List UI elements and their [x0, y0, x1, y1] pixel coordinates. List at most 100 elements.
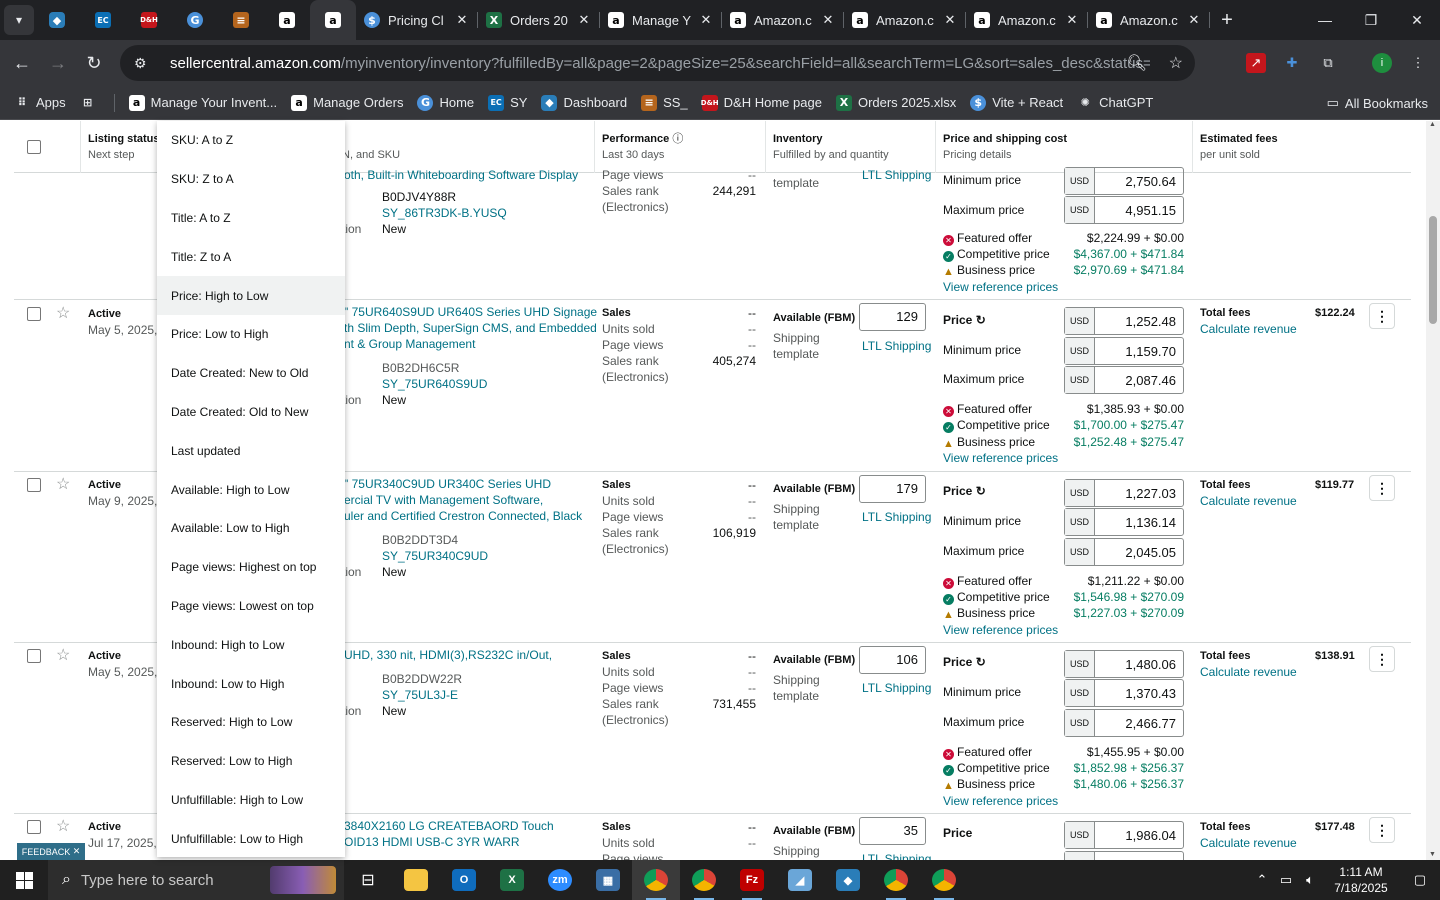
min-price-input[interactable]: USD 1,136.14	[1064, 508, 1184, 536]
tab-manage[interactable]: a Manage Y ✕	[600, 0, 722, 40]
sort-option[interactable]: Reserved: Low to High	[157, 742, 345, 781]
close-tab-icon[interactable]: ✕	[1064, 12, 1080, 28]
taskbar-chrome-2[interactable]	[680, 860, 728, 900]
close-tab-icon[interactable]: ✕	[454, 12, 470, 28]
tab-search-button[interactable]: ▾	[4, 5, 34, 35]
taskbar-outlook[interactable]: O	[440, 860, 488, 900]
min-price-input[interactable]: USD	[1064, 851, 1184, 860]
star-icon[interactable]: ☆	[56, 816, 70, 836]
refresh-icon[interactable]: ↻	[976, 655, 986, 669]
price-input[interactable]: USD 1,480.06	[1064, 650, 1184, 678]
taskbar-chrome-4[interactable]	[920, 860, 968, 900]
start-button[interactable]	[0, 860, 48, 900]
product-title-link[interactable]: UHD, 330 nit, HDMI(3),RS232C in/Out,	[344, 647, 552, 663]
calculate-revenue-link[interactable]: Calculate revenue	[1200, 322, 1297, 336]
bookmark-star-icon[interactable]: ☆	[1169, 45, 1183, 81]
col-price[interactable]: Price and shipping cost Pricing details	[943, 131, 1067, 163]
sort-option[interactable]: Date Created: New to Old	[157, 354, 345, 393]
close-window-icon[interactable]: ✕	[1394, 0, 1440, 40]
tab-orders[interactable]: X Orders 20 ✕	[478, 0, 600, 40]
address-bar[interactable]: ⚙ sellercentral.amazon.com/myinventory/i…	[120, 45, 1195, 81]
clock[interactable]: 1:11 AM 7/18/2025	[1322, 864, 1400, 896]
close-tab-icon[interactable]: ✕	[698, 12, 714, 28]
bookmark-ss[interactable]: ≡ SS_	[641, 94, 688, 111]
sort-option[interactable]: Last updated	[157, 431, 345, 470]
row-checkbox[interactable]	[27, 820, 41, 834]
max-price-input[interactable]: USD 2,045.05	[1064, 538, 1184, 566]
close-tab-icon[interactable]: ✕	[576, 12, 592, 28]
sort-option[interactable]: Unfulfillable: Low to High	[157, 819, 345, 858]
refresh-icon[interactable]: ↻	[976, 484, 986, 498]
row-checkbox[interactable]	[27, 478, 41, 492]
taskbar-excel[interactable]: X	[488, 860, 536, 900]
sort-option[interactable]: Available: Low to High	[157, 509, 345, 548]
sku-link[interactable]: SY_75UL3J-E	[382, 687, 458, 703]
all-bookmarks-button[interactable]: ▭ All Bookmarks	[1327, 86, 1428, 120]
product-title-link[interactable]: " 75UR640S9UD UR640S Series UHD Signage t…	[344, 304, 597, 352]
bookmark-dashboard[interactable]: ◆ Dashboard	[541, 94, 627, 111]
notifications-icon[interactable]: ▢	[1400, 872, 1440, 888]
bookmark-sy[interactable]: EC SY	[488, 94, 527, 111]
calculate-revenue-link[interactable]: Calculate revenue	[1200, 836, 1297, 850]
star-icon[interactable]: ☆	[56, 474, 70, 494]
ltl-shipping-link[interactable]: LTL Shipping	[862, 167, 931, 183]
reload-button[interactable]: ↻	[76, 53, 112, 74]
max-price-input[interactable]: USD 4,951.15	[1064, 196, 1184, 224]
volume-icon[interactable]: 🔈︎	[1298, 872, 1322, 888]
col-fees[interactable]: Estimated fees per unit sold	[1200, 131, 1278, 163]
bookmark-manage-orders[interactable]: a Manage Orders	[291, 94, 403, 111]
min-price-input[interactable]: USD 2,750.64	[1064, 167, 1184, 195]
network-icon[interactable]: ▭	[1274, 872, 1298, 888]
sort-option[interactable]: Title: A to Z	[157, 199, 345, 238]
star-icon[interactable]: ☆	[56, 645, 70, 665]
ltl-shipping-link[interactable]: LTL Shipping	[862, 851, 931, 860]
view-reference-prices-link[interactable]: View reference prices	[943, 793, 1058, 809]
price-input[interactable]: USD 1,252.48	[1064, 307, 1184, 335]
pinned-tab-active[interactable]: a	[310, 0, 356, 40]
pinned-tab-3[interactable]: D&H	[126, 0, 172, 40]
ltl-shipping-link[interactable]: LTL Shipping	[862, 509, 931, 525]
zoom-search-icon[interactable]: 🔍︎	[1127, 45, 1147, 81]
pinned-tab-6[interactable]: a	[264, 0, 310, 40]
bookmark-vite[interactable]: $ Vite + React	[970, 94, 1063, 111]
taskbar-search[interactable]: ⌕ Type here to search	[48, 860, 344, 900]
price-input[interactable]: USD 1,227.03	[1064, 479, 1184, 507]
more-options-icon[interactable]: ⋮	[1369, 475, 1395, 501]
col-performance[interactable]: Performance ⓘ Last 30 days	[602, 131, 683, 163]
view-reference-prices-link[interactable]: View reference prices	[943, 622, 1058, 638]
more-options-icon[interactable]: ⋮	[1369, 303, 1395, 329]
minimize-icon[interactable]: —	[1302, 0, 1348, 40]
tab-amazon-3[interactable]: a Amazon.c ✕	[966, 0, 1088, 40]
task-view-button[interactable]: ⊟	[344, 860, 392, 900]
tab-amazon-2[interactable]: a Amazon.c ✕	[844, 0, 966, 40]
tab-amazon-4[interactable]: a Amazon.c ✕	[1088, 0, 1210, 40]
bookmark-orders-xlsx[interactable]: X Orders 2025.xlsx	[835, 94, 956, 111]
taskbar-chrome-3[interactable]	[872, 860, 920, 900]
col-inventory[interactable]: Inventory Fulfilled by and quantity	[773, 131, 889, 163]
scroll-down-icon[interactable]: ▼	[1429, 851, 1436, 858]
extension-icon[interactable]: ✚	[1282, 53, 1302, 73]
row-checkbox[interactable]	[27, 307, 41, 321]
sort-option[interactable]: Title: Z to A	[157, 237, 345, 276]
pinned-tab-1[interactable]: ◆	[34, 0, 80, 40]
scrollbar-thumb[interactable]	[1429, 216, 1437, 324]
restore-icon[interactable]: ❐	[1348, 0, 1394, 40]
sort-option[interactable]: Page views: Lowest on top	[157, 587, 345, 626]
max-price-input[interactable]: USD 2,466.77	[1064, 709, 1184, 737]
pdf-extension-icon[interactable]: ↗	[1246, 53, 1266, 73]
ltl-shipping-link[interactable]: LTL Shipping	[862, 338, 931, 354]
ltl-shipping-link[interactable]: LTL Shipping	[862, 680, 931, 696]
close-tab-icon[interactable]: ✕	[820, 12, 836, 28]
taskbar-filezilla[interactable]: Fz	[728, 860, 776, 900]
bookmark-apps[interactable]: ⠿ Apps	[14, 95, 66, 111]
profile-avatar[interactable]: i	[1372, 53, 1392, 73]
pinned-tab-2[interactable]: EC	[80, 0, 126, 40]
feedback-button[interactable]: FEEDBACK ✕	[17, 843, 85, 860]
chevron-up-icon[interactable]: ⌃	[1250, 872, 1274, 888]
taskbar-calculator[interactable]: ▦	[584, 860, 632, 900]
quantity-input[interactable]: 179	[859, 475, 926, 503]
price-input[interactable]: USD 1,986.04	[1064, 821, 1184, 849]
close-tab-icon[interactable]: ✕	[1186, 12, 1202, 28]
view-reference-prices-link[interactable]: View reference prices	[943, 279, 1058, 295]
back-button[interactable]: ←	[4, 53, 40, 74]
